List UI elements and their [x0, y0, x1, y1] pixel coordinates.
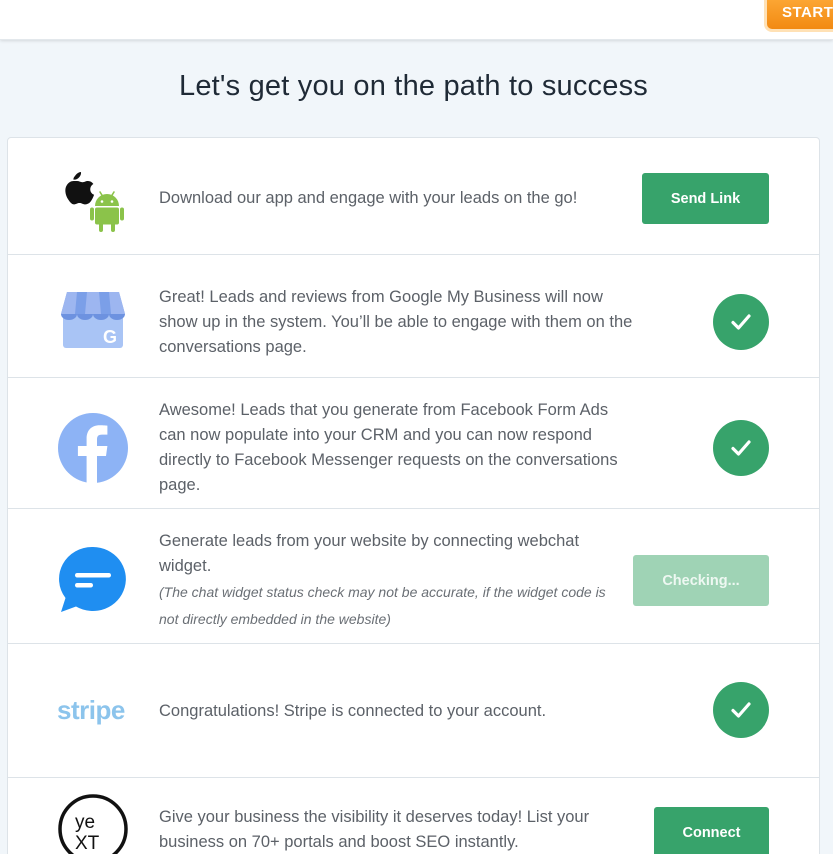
row-description-note: (The chat widget status check may not be…: [159, 584, 606, 627]
svg-text:stripe: stripe: [57, 695, 125, 725]
onboarding-checklist: Download our app and engage with your le…: [7, 137, 820, 854]
android-icon: [90, 191, 124, 232]
yext-logo: ye XT: [57, 793, 129, 854]
row-description: Generate leads from your website by conn…: [159, 529, 609, 633]
checking-button[interactable]: Checking...: [633, 555, 769, 606]
apple-android-icon: [57, 162, 129, 234]
google-my-business-icon: G: [57, 284, 129, 356]
apple-icon: [65, 172, 95, 205]
row-description: Congratulations! Stripe is connected to …: [159, 702, 547, 720]
row-description: Download our app and engage with your le…: [159, 189, 578, 207]
page-title: Let's get you on the path to success: [179, 70, 648, 102]
svg-text:ye: ye: [75, 812, 95, 833]
connect-button[interactable]: Connect: [654, 807, 769, 854]
svg-text:G: G: [103, 327, 117, 347]
row-description: Give your business the visibility it des…: [159, 808, 590, 851]
send-link-button[interactable]: Send Link: [642, 173, 769, 224]
row-description-main: Generate leads from your website by conn…: [159, 532, 580, 575]
list-item-mobile-app: Download our app and engage with your le…: [8, 138, 819, 255]
list-item-google-my-business: G Great! Leads and reviews from Google M…: [8, 255, 819, 378]
stripe-logo: stripe: [57, 674, 129, 746]
list-item-stripe: stripe Congratulations! Stripe is connec…: [8, 644, 819, 778]
top-bar: [0, 0, 833, 40]
connected-check-icon: [713, 294, 769, 350]
row-description: Great! Leads and reviews from Google My …: [159, 288, 633, 356]
row-description: Awesome! Leads that you generate from Fa…: [159, 401, 618, 494]
list-item-yext: ye XT Give your business the visibility …: [8, 778, 819, 854]
connected-check-icon: [713, 420, 769, 476]
facebook-icon: [57, 412, 129, 484]
list-item-webchat: Generate leads from your website by conn…: [8, 509, 819, 644]
list-item-facebook: Awesome! Leads that you generate from Fa…: [8, 378, 819, 509]
chat-bubble-icon: [57, 544, 129, 616]
start-button[interactable]: START: [764, 0, 833, 32]
connected-check-icon: [713, 682, 769, 738]
svg-text:XT: XT: [75, 833, 100, 854]
